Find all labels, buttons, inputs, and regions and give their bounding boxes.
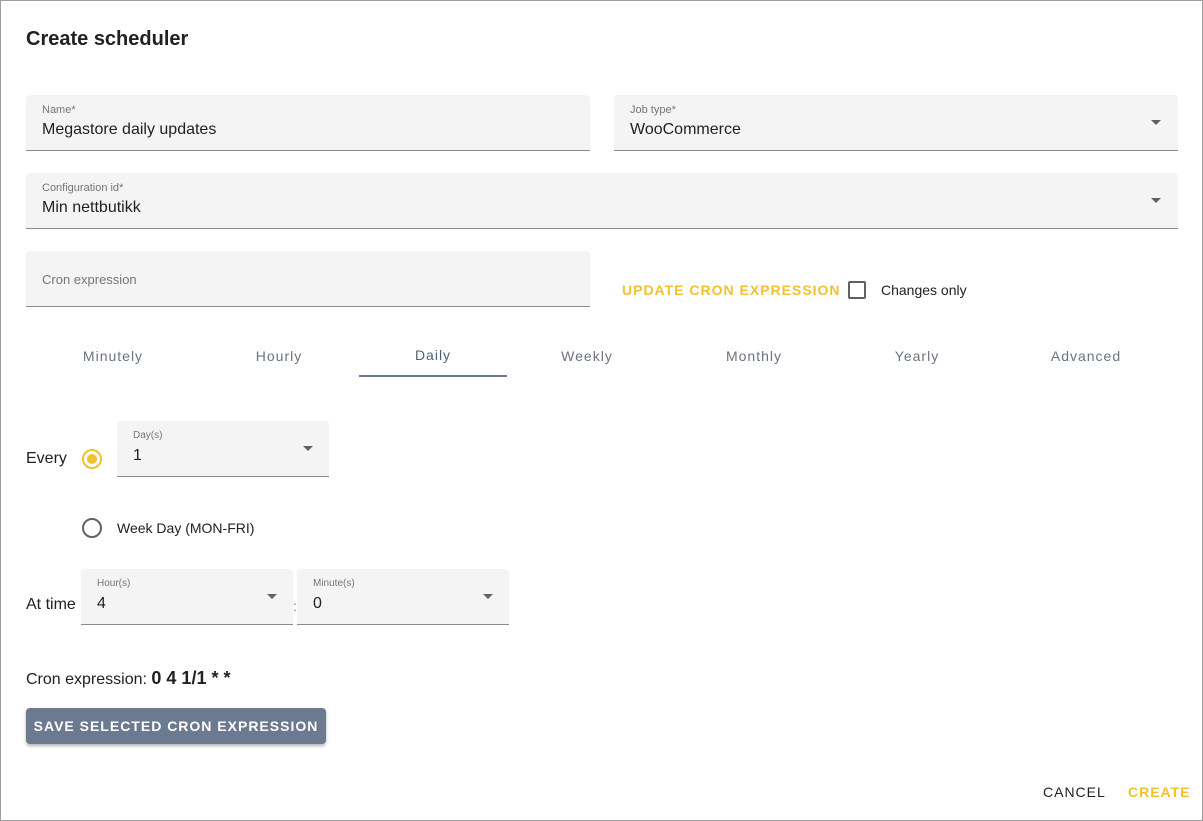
hours-select[interactable]: Hour(s) 4 [81,569,293,625]
days-value: 1 [133,447,142,464]
configuration-id-select[interactable]: Configuration id* Min nettbutikk [26,173,1178,229]
cancel-button[interactable]: CANCEL [1043,784,1106,800]
name-field[interactable]: Name* Megastore daily updates [26,95,590,151]
cron-result-label: Cron expression: [26,671,147,688]
dropdown-arrow-icon [303,446,313,451]
minutes-select[interactable]: Minute(s) 0 [297,569,509,625]
dialog-title: Create scheduler [26,28,189,50]
cron-result: Cron expression: 0 4 1/1 * * [26,668,230,689]
create-button[interactable]: CREATE [1128,784,1191,800]
hours-label: Hour(s) [97,578,131,589]
cron-result-value: 0 4 1/1 * * [151,668,231,688]
tab-yearly[interactable]: Yearly [843,335,991,377]
dropdown-arrow-icon [483,594,493,599]
changes-only-checkbox[interactable] [848,281,866,299]
name-field-label: Name* [42,104,76,116]
save-cron-expression-button[interactable]: SAVE SELECTED CRON EXPRESSION [26,708,326,744]
tab-hourly[interactable]: Hourly [205,335,353,377]
minutes-label: Minute(s) [313,578,355,589]
tab-advanced[interactable]: Advanced [1012,335,1160,377]
name-field-value: Megastore daily updates [42,121,217,138]
days-select[interactable]: Day(s) 1 [117,421,329,477]
create-scheduler-dialog: Create scheduler Name* Megastore daily u… [0,0,1203,821]
tab-weekly[interactable]: Weekly [513,335,661,377]
dropdown-arrow-icon [1151,198,1161,203]
configuration-id-label: Configuration id* [42,182,124,194]
job-type-select[interactable]: Job type* WooCommerce [614,95,1178,151]
job-type-value: WooCommerce [630,121,741,138]
days-label: Day(s) [133,430,163,441]
tab-monthly[interactable]: Monthly [680,335,828,377]
weekday-label: Week Day (MON-FRI) [117,520,255,536]
minutes-value: 0 [313,595,322,612]
tab-daily[interactable]: Daily [359,335,507,377]
hours-value: 4 [97,595,106,612]
configuration-id-value: Min nettbutikk [42,199,141,216]
tab-minutely[interactable]: Minutely [39,335,187,377]
cron-expression-placeholder: Cron expression [42,272,137,287]
update-cron-expression-button[interactable]: UPDATE CRON EXPRESSION [622,282,841,298]
changes-only-label: Changes only [881,282,967,298]
dropdown-arrow-icon [1151,120,1161,125]
every-label: Every [26,450,67,467]
cron-expression-input[interactable]: Cron expression [26,251,590,307]
at-time-label: At time [26,596,76,613]
dropdown-arrow-icon [267,594,277,599]
every-radio[interactable] [82,449,102,469]
weekday-radio[interactable] [82,518,102,538]
job-type-label: Job type* [630,104,676,116]
